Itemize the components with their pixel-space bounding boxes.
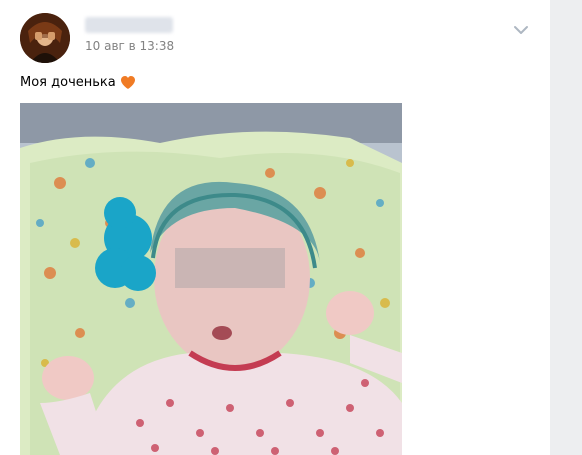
avatar-image — [20, 13, 70, 63]
post-text: Моя доченька — [20, 75, 116, 90]
page-background-strip — [550, 0, 582, 455]
orange-heart-icon — [120, 76, 135, 89]
photo-image — [20, 103, 402, 455]
chevron-down-icon[interactable] — [513, 25, 529, 35]
post-date[interactable]: 10 авг в 13:38 — [85, 39, 174, 53]
author-name[interactable] — [85, 17, 173, 33]
post-card: 10 авг в 13:38 Моя доченька — [0, 0, 550, 455]
post-photo[interactable] — [20, 103, 402, 455]
post-text-row: Моя доченька — [20, 75, 136, 90]
author-avatar[interactable] — [20, 13, 70, 63]
